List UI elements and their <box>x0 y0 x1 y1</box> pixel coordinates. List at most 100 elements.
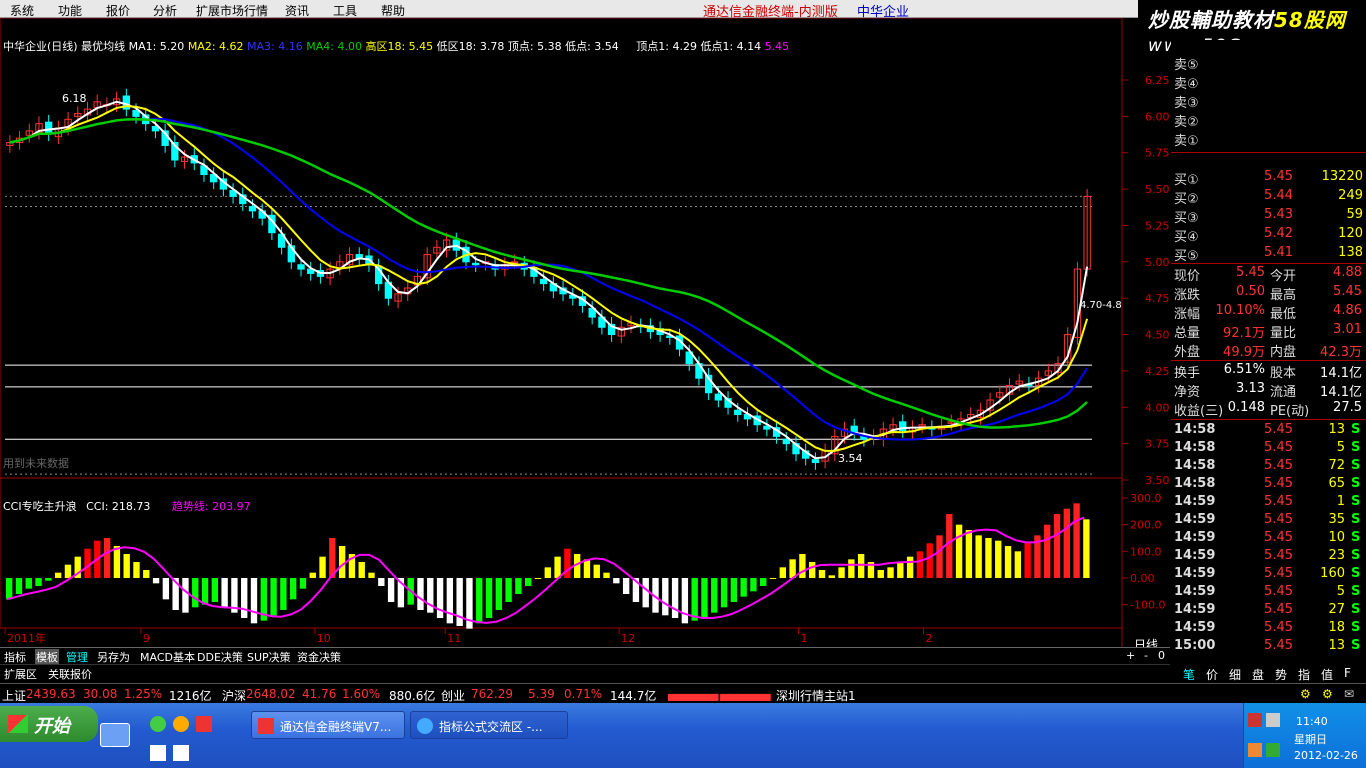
tab-dde[interactable]: DDE决策 <box>197 649 243 665</box>
menu-tools[interactable]: 工具 <box>333 2 357 19</box>
index-status-bar: 上证 2439.63 30.08 1.25% 1216亿 沪深 2648.02 … <box>0 683 1366 703</box>
quicklaunch-icon-2[interactable] <box>173 716 189 732</box>
cci-bar <box>946 514 953 578</box>
cci-bar <box>887 567 894 578</box>
quote-tab[interactable]: 盘 <box>1252 666 1264 683</box>
cci-bar <box>1053 514 1061 578</box>
tick-side: S <box>1351 638 1361 653</box>
quicklaunch-icon-3[interactable] <box>196 716 212 732</box>
tab-fund[interactable]: 资金决策 <box>297 649 341 665</box>
buy-price: 5.43 <box>1264 207 1293 222</box>
clock-time[interactable]: 11:40 <box>1296 715 1328 728</box>
tab-saveas[interactable]: 另存为 <box>97 649 130 665</box>
sh-amount: 1216亿 <box>169 689 212 703</box>
quicklaunch-icon-1[interactable] <box>150 716 166 732</box>
tray-icon-2[interactable] <box>1266 713 1280 727</box>
price-tick-label: 4.00 <box>1145 401 1170 414</box>
tray-icon-3[interactable] <box>1248 743 1262 757</box>
menu-analysis[interactable]: 分析 <box>153 2 177 19</box>
cy-value: 762.29 <box>471 687 513 701</box>
zoom-out-button[interactable]: - <box>1144 649 1148 662</box>
cci-bar <box>838 567 845 578</box>
task-tdx[interactable]: 通达信金融终端V7... <box>251 711 405 739</box>
menu-help[interactable]: 帮助 <box>381 2 405 19</box>
stat-value-2: 42.3万 <box>1320 345 1362 360</box>
cci-bar <box>15 578 23 594</box>
tab-related-quote[interactable]: 关联报价 <box>48 666 92 682</box>
price-tick-label: 5.50 <box>1145 183 1170 196</box>
tab-template[interactable]: 模板 <box>35 649 59 665</box>
quote-tab[interactable]: 值 <box>1321 666 1333 683</box>
tick-volume: 10 <box>1328 530 1345 545</box>
tab-manage[interactable]: 管理 <box>66 649 88 665</box>
indicator-info-line: 中华企业(日线) 最优均线 MA1: 5.20 MA2: 4.62 MA3: 4… <box>3 38 789 54</box>
stat-row: 外盘 49.9万 内盘 42.3万 <box>1171 341 1366 360</box>
stat-value-2: 4.88 <box>1333 265 1362 280</box>
tab-sup[interactable]: SUP决策 <box>247 649 291 665</box>
tool-icon-3[interactable]: ✉ <box>1344 687 1354 701</box>
tick-volume: 27 <box>1328 602 1345 617</box>
menu-extended[interactable]: 扩展市场行情 <box>196 2 268 19</box>
buy-row: 买③ 5.43 59 <box>1171 207 1366 226</box>
sh-change: 30.08 <box>83 687 118 701</box>
tray-icon-1[interactable] <box>1248 713 1262 727</box>
quote-tab[interactable]: 笔 <box>1183 666 1195 683</box>
help-icon[interactable] <box>173 745 189 761</box>
tick-price: 5.45 <box>1264 566 1293 581</box>
cci-bar <box>133 562 140 578</box>
tick-price: 5.45 <box>1264 548 1293 563</box>
menu-system[interactable]: 系统 <box>10 2 34 19</box>
menu-function[interactable]: 功能 <box>58 2 82 19</box>
tick-price: 5.45 <box>1264 620 1293 635</box>
tick-volume: 1 <box>1336 494 1345 509</box>
stat-value-2: 27.5 <box>1333 400 1362 415</box>
tab-extension[interactable]: 扩展区 <box>4 666 37 682</box>
stat-label: 换手 <box>1174 366 1201 381</box>
stat-label: 外盘 <box>1174 345 1201 360</box>
tick-side: S <box>1351 494 1361 509</box>
tick-row: 14:58 5.45 5 S <box>1171 440 1366 458</box>
cci-bar <box>387 578 395 602</box>
tick-time: 14:58 <box>1174 458 1216 473</box>
security-shield-icon[interactable] <box>1266 743 1280 757</box>
kline-svg[interactable]: 6.25 6.00 5.75 5.50 5.25 5.00 4.75 4.50 4.25 4.00… <box>0 18 1170 648</box>
tool-icon-2[interactable]: ⚙ <box>1322 687 1333 701</box>
cci-bar <box>270 578 277 616</box>
server-name[interactable]: 深圳行情主站1 <box>776 687 856 704</box>
cci-bar <box>182 578 189 613</box>
quote-tab[interactable]: 势 <box>1275 666 1287 683</box>
quote-tab[interactable]: 价 <box>1206 666 1218 683</box>
cci-tick-label: 300.0 <box>1130 492 1162 505</box>
sell-level-label: 卖③ <box>1174 96 1199 111</box>
cci-bar <box>35 578 42 586</box>
cci-bar <box>916 551 924 578</box>
tool-icon-1[interactable]: ⚙ <box>1300 687 1311 701</box>
tick-volume: 13 <box>1328 422 1345 437</box>
divider <box>1171 152 1366 153</box>
buy-row: 买① 5.45 13220 <box>1171 169 1366 188</box>
sz-change: 41.76 <box>302 687 337 701</box>
menu-news[interactable]: 资讯 <box>285 2 309 19</box>
sh-pct: 1.25% <box>124 687 163 701</box>
quote-tab[interactable]: 指 <box>1298 666 1310 683</box>
price-tick-label: 4.75 <box>1145 292 1170 305</box>
cci-bar <box>701 578 708 618</box>
show-desktop-icon[interactable] <box>100 723 130 747</box>
quote-tab[interactable]: 细 <box>1229 666 1241 683</box>
zoom-in-button[interactable]: + <box>1126 649 1135 662</box>
sell-row: 卖① <box>1171 130 1366 149</box>
cy-pct: 0.71% <box>564 687 603 701</box>
cci-bar <box>1014 551 1022 578</box>
stat-value-2: 4.86 <box>1333 303 1362 318</box>
tab-macd[interactable]: MACD基本 <box>140 649 195 665</box>
reset-button[interactable]: 0 <box>1158 649 1165 662</box>
stat-row: 现价 5.45 今开 4.88 <box>1171 265 1366 284</box>
quote-tab[interactable]: F <box>1344 666 1351 680</box>
tab-indicator[interactable]: 指标 <box>4 649 26 665</box>
menu-quote[interactable]: 报价 <box>106 2 130 19</box>
tick-side: S <box>1351 584 1361 599</box>
quicklaunch-icon-4[interactable] <box>150 745 166 761</box>
task-forum[interactable]: 指标公式交流区 -... <box>410 711 568 739</box>
chart-area[interactable]: 6.25 6.00 5.75 5.50 5.25 5.00 4.75 4.50 4.25 4.00… <box>0 18 1170 652</box>
cci-bar <box>309 572 316 578</box>
